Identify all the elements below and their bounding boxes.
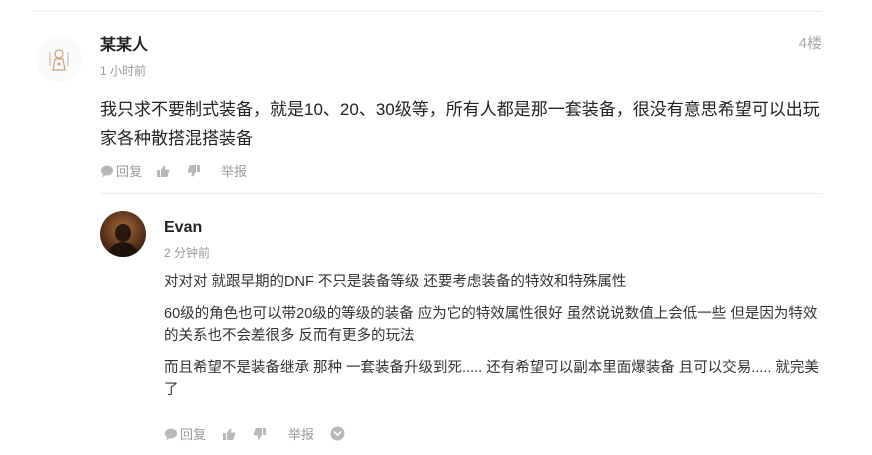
avatar-photo-icon <box>100 211 146 257</box>
reply-paragraph: 对对对 就跟早期的DNF 不只是装备等级 还要考虑装备的特效和特殊属性 <box>164 274 627 290</box>
expand-button[interactable] <box>330 426 345 441</box>
dislike-button[interactable] <box>187 164 201 178</box>
thumbs-up-icon <box>223 428 236 440</box>
reply-divider <box>100 193 822 194</box>
floor-number: 4楼 <box>798 35 822 52</box>
thumbs-down-icon <box>187 164 201 176</box>
reply-timestamp: 2 分钟前 <box>164 246 211 260</box>
reply-label: 回复 <box>180 427 207 442</box>
reply-paragraph: 而且希望不是装备继承 那种 一套装备升级到死..... 还有希望可以副本里面爆装… <box>164 360 819 398</box>
comment-content: 我只求不要制式装备，就是10、20、30级等，所有人都是那一套装备，很没有意思希… <box>100 100 820 148</box>
speech-bubble-icon <box>165 428 177 440</box>
reply-actions: 回复 举报 <box>164 424 345 443</box>
reply-label: 回复 <box>116 164 143 179</box>
reply-author[interactable]: Evan <box>164 219 202 237</box>
comment-actions: 回复 举报 <box>100 161 247 180</box>
top-divider <box>32 11 822 12</box>
report-label: 举报 <box>221 164 248 179</box>
report-button[interactable]: 举报 <box>288 424 314 443</box>
comment-timestamp: 1 小时前 <box>100 64 147 78</box>
thumbs-up-icon <box>157 165 170 177</box>
reply-button[interactable]: 回复 <box>100 161 142 180</box>
report-button[interactable]: 举报 <box>221 161 247 180</box>
reply-paragraph: 60级的角色也可以带20级的等级的装备 应为它的特效属性很好 虽然说说数值上会低… <box>164 306 818 344</box>
report-label: 举报 <box>288 427 315 442</box>
comment-author[interactable]: 某某人 <box>100 31 148 55</box>
reply-content: 对对对 就跟早期的DNF 不只是装备等级 还要考虑装备的特效和特殊属性 60级的… <box>164 271 820 411</box>
like-button[interactable] <box>156 164 170 178</box>
dislike-button[interactable] <box>253 427 267 441</box>
thumbs-down-icon <box>253 427 267 439</box>
reply-avatar[interactable] <box>100 211 146 257</box>
avatar[interactable] <box>36 36 82 82</box>
speech-bubble-icon <box>101 165 113 177</box>
chevron-down-circle-icon <box>330 426 345 441</box>
like-button[interactable] <box>222 427 236 441</box>
reply-button[interactable]: 回复 <box>164 424 206 443</box>
avatar-figure-icon <box>49 49 69 71</box>
